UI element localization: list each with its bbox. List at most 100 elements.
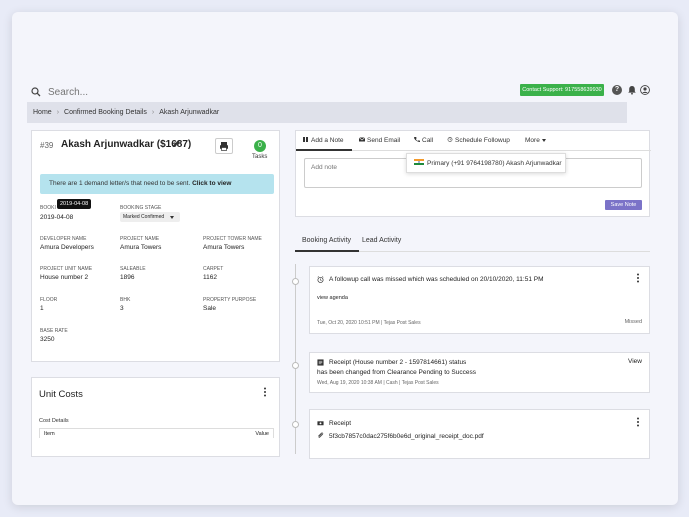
developer-name-label: DEVELOPER NAME [40, 236, 87, 242]
tab-label: Call [422, 137, 434, 144]
cost-table-header: Item Value [39, 428, 274, 438]
booking-date-label: BOOKI [40, 205, 56, 211]
demand-letter-alert: There are 1 demand letter/s that need to… [40, 174, 274, 194]
call-option-primary[interactable]: Primary (+91 9764198780) Akash Arjunwadk… [406, 153, 566, 173]
tab-more[interactable]: More [525, 137, 546, 144]
chevron-down-icon [541, 138, 546, 142]
chevron-down-icon [170, 216, 174, 219]
chevron-right-icon: › [56, 109, 60, 116]
activity-title: A followup call was missed which was sch… [329, 276, 544, 283]
property-purpose-label: PROPERTY PURPOSE [203, 297, 257, 303]
saleable-label: SALEABLE [120, 266, 146, 272]
carpet-label: CARPET [203, 266, 224, 272]
activity-title: Receipt (House number 2 - 1597814661) st… [329, 359, 467, 366]
activity-item: Receipt 5f3cb7857c0dac275f6b0e6d_origina… [309, 409, 650, 459]
clock-icon [447, 136, 453, 142]
timeline-dot [292, 278, 299, 285]
booking-stage-label: BOOKING STAGE [120, 205, 162, 211]
tab-send-email[interactable]: Send Email [359, 137, 400, 144]
tab-booking-activity[interactable]: Booking Activity [302, 237, 351, 244]
alarm-clock-icon [317, 276, 324, 283]
breadcrumb-home[interactable]: Home [33, 109, 52, 116]
action-tabs: Add a Note Send Email Call Schedule Foll… [296, 131, 651, 151]
breadcrumb-confirmed-bookings[interactable]: Confirmed Booking Details [64, 109, 147, 116]
booking-date-tooltip: 2019-04-08 [57, 199, 92, 209]
breadcrumb: Home › Confirmed Booking Details › Akash… [27, 102, 627, 123]
alert-link[interactable]: Click to view [192, 180, 231, 187]
note-icon [303, 136, 308, 142]
activity-item: Receipt (House number 2 - 1597814661) st… [309, 352, 650, 393]
print-button[interactable] [215, 138, 233, 154]
tab-label: More [525, 137, 540, 144]
tasks-count-badge[interactable]: 0 [254, 140, 266, 152]
active-tab-indicator [295, 250, 359, 252]
tab-lead-activity[interactable]: Lead Activity [362, 237, 401, 244]
envelope-icon [359, 137, 365, 142]
unit-costs-card: Unit Costs Cost Details Item Value [31, 377, 280, 457]
active-tab-indicator [296, 149, 352, 151]
search-icon [31, 87, 41, 97]
activity-tabs: Booking Activity Lead Activity [295, 232, 650, 252]
activity-item: A followup call was missed which was sch… [309, 266, 650, 334]
search-input[interactable] [48, 83, 248, 101]
floor-value: 1 [40, 305, 44, 312]
phone-icon [414, 136, 420, 142]
kebab-menu-icon[interactable] [263, 387, 267, 397]
kebab-menu-icon[interactable] [636, 417, 640, 427]
india-flag-icon [414, 159, 424, 166]
chevron-right-icon: › [151, 109, 155, 116]
help-icon[interactable]: ? [612, 85, 622, 95]
project-name-value: Amura Towers [120, 244, 162, 251]
app-window: Contact Support: 917558639930 ? Home › C… [12, 12, 678, 505]
contact-support-button[interactable]: Contact Support: 917558639930 [520, 84, 604, 96]
bhk-value: 3 [120, 305, 124, 312]
booking-date-value: 2019-04-08 [40, 214, 74, 221]
view-agenda-link[interactable]: view agenda [317, 295, 348, 301]
attachment-link[interactable]: 5f3cb7857c0dac275f6b0e6d_original_receip… [329, 433, 484, 440]
tasks-label: Tasks [252, 154, 268, 160]
printer-icon [220, 142, 228, 151]
kebab-menu-icon[interactable] [636, 273, 640, 283]
activity-meta: Wed, Aug 19, 2020 10:38 AM | Cash | Teja… [317, 380, 439, 386]
alert-text: There are 1 demand letter/s that need to… [49, 180, 193, 187]
save-note-button[interactable]: Save Note [605, 200, 642, 210]
timeline-dot [292, 362, 299, 369]
floor-label: FLOOR [40, 297, 58, 303]
project-unit-name-value: House number 2 [40, 274, 89, 281]
project-tower-name-value: Amura Towers [203, 244, 245, 251]
tab-label: Schedule Followup [455, 137, 510, 144]
activity-title-line2: has been changed from Clearance Pending … [317, 369, 476, 376]
timeline-dot [292, 421, 299, 428]
tab-schedule-followup[interactable]: Schedule Followup [447, 136, 510, 144]
base-rate-value: 3250 [40, 336, 55, 343]
booking-id: #39 [40, 141, 54, 150]
project-unit-name-label: PROJECT UNIT NAME [40, 266, 93, 272]
view-link[interactable]: View [628, 358, 642, 365]
base-rate-label: BASE RATE [40, 328, 68, 334]
tab-add-note[interactable]: Add a Note [303, 136, 344, 144]
bell-icon[interactable] [627, 85, 637, 95]
tab-label: Add a Note [311, 137, 344, 144]
user-avatar-icon[interactable] [640, 85, 650, 95]
property-purpose-value: Sale [203, 305, 217, 312]
carpet-value: 1162 [203, 274, 217, 281]
bhk-label: BHK [120, 297, 131, 303]
column-header-item: Item [44, 431, 55, 437]
tab-label: Send Email [367, 137, 401, 144]
receipt-icon [317, 359, 324, 366]
booking-stage-select[interactable]: Marked Confirmed [120, 212, 180, 222]
call-option-label: Primary (+91 9764198780) Akash Arjunwadk… [427, 160, 562, 167]
unit-costs-title: Unit Costs [39, 389, 83, 400]
developer-name-value: Amura Developers [40, 244, 94, 251]
paperclip-icon [318, 432, 324, 438]
booking-details-card: #39 Akash Arjunwadkar ($1687) 0 Tasks Th… [31, 130, 280, 362]
money-icon [317, 421, 324, 426]
column-header-value: Value [255, 431, 269, 437]
breadcrumb-current: Akash Arjunwadkar [159, 109, 220, 116]
tab-call[interactable]: Call [414, 136, 434, 144]
pencil-icon[interactable] [172, 139, 181, 148]
project-name-label: PROJECT NAME [120, 236, 160, 242]
status-badge: Missed [624, 319, 642, 325]
activity-meta: Tue, Oct 20, 2020 10:51 PM | Tejas Post … [317, 320, 421, 326]
cost-details-label: Cost Details [39, 418, 69, 424]
